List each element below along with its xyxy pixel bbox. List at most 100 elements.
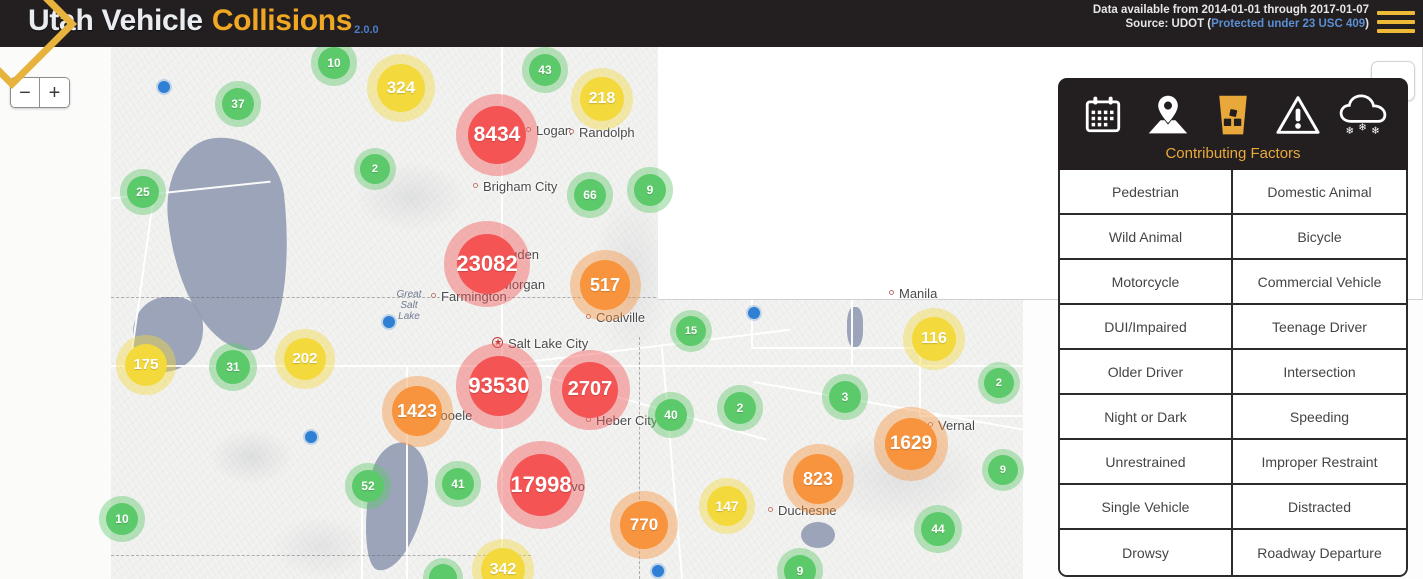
- svg-text:❄: ❄: [1371, 126, 1379, 136]
- cluster-count: 116: [921, 329, 947, 347]
- state-boundary: [111, 555, 531, 556]
- cluster-count: 9: [999, 463, 1007, 476]
- cluster-marker[interactable]: 9: [627, 167, 673, 213]
- cluster-count: 324: [386, 77, 416, 97]
- cluster-marker[interactable]: 8434: [455, 93, 539, 177]
- cluster-count: 15: [684, 324, 698, 337]
- cluster-marker[interactable]: 116: [902, 307, 966, 371]
- cluster-marker[interactable]: 823: [782, 443, 854, 515]
- usc-409-link[interactable]: Protected under 23 USC 409: [1211, 18, 1365, 30]
- zoom-out-button[interactable]: −: [11, 78, 40, 107]
- city-name: Brigham City: [483, 179, 558, 194]
- small-lake-shape: [801, 522, 835, 548]
- cluster-marker[interactable]: 2707: [550, 350, 630, 430]
- factor-cell[interactable]: Teenage Driver: [1233, 305, 1406, 350]
- factor-cell[interactable]: Drowsy: [1060, 530, 1233, 575]
- factor-cell[interactable]: Pedestrian: [1060, 170, 1233, 215]
- cluster-count: 66: [583, 187, 597, 202]
- drink-glass-icon: [1214, 93, 1252, 137]
- cluster-marker[interactable]: 31: [208, 342, 258, 392]
- factor-cell[interactable]: Unrestrained: [1060, 440, 1233, 485]
- cluster-count: 93530: [468, 372, 530, 398]
- zoom-in-button[interactable]: +: [40, 78, 69, 107]
- cluster-count: 10: [115, 511, 129, 526]
- cluster-count: 31: [226, 359, 240, 374]
- filter-tabs: ❄ ❄ ❄: [1068, 88, 1398, 142]
- app-title: Utah Vehicle Collisions 2.0.0: [28, 4, 379, 38]
- cluster-marker[interactable]: 44: [913, 504, 963, 554]
- collision-point-marker[interactable]: [652, 565, 664, 577]
- cluster-count: 37: [231, 96, 245, 111]
- weather-filter-tab[interactable]: ❄ ❄ ❄: [1336, 88, 1390, 142]
- city-label: Logan: [526, 122, 572, 140]
- cluster-count: 43: [538, 62, 552, 77]
- source-prefix: Source: UDOT (: [1125, 18, 1212, 30]
- cluster-marker[interactable]: 66: [567, 172, 613, 218]
- collision-point-marker[interactable]: [748, 307, 760, 319]
- cluster-marker[interactable]: 2: [717, 385, 763, 431]
- cluster-count: 52: [361, 478, 375, 493]
- factor-cell[interactable]: Bicycle: [1233, 215, 1406, 260]
- factor-cell[interactable]: Single Vehicle: [1060, 485, 1233, 530]
- cluster-count: 2: [736, 400, 744, 415]
- contributing-factors-panel: ❄ ❄ ❄ Contributing Factors Pedestrian Dom…: [1058, 78, 1408, 577]
- cluster-marker[interactable]: 1629: [874, 407, 948, 481]
- factor-cell[interactable]: Older Driver: [1060, 350, 1233, 395]
- collision-point-marker[interactable]: [305, 431, 317, 443]
- cluster-marker[interactable]: 3: [822, 374, 868, 420]
- location-filter-tab[interactable]: [1141, 88, 1195, 142]
- small-lake-shape: [847, 307, 863, 347]
- date-filter-tab[interactable]: [1076, 88, 1130, 142]
- cluster-marker[interactable]: 25: [120, 169, 166, 215]
- cluster-marker[interactable]: 23082: [444, 221, 530, 307]
- collision-point-marker[interactable]: [158, 81, 170, 93]
- cluster-count: 218: [588, 89, 616, 107]
- cluster-marker[interactable]: 41: [435, 461, 481, 507]
- cluster-count: 175: [133, 356, 159, 374]
- cluster-count: 2707: [567, 378, 613, 401]
- cluster-marker[interactable]: 52: [345, 463, 391, 509]
- cluster-marker[interactable]: 37: [215, 81, 261, 127]
- cluster-marker[interactable]: 43: [522, 47, 568, 93]
- cluster-marker[interactable]: 10: [99, 496, 145, 542]
- collision-point-marker[interactable]: [383, 316, 395, 328]
- hamburger-menu-icon[interactable]: [1377, 11, 1415, 37]
- factor-cell[interactable]: Night or Dark: [1060, 395, 1233, 440]
- app-root: Great Salt Lake Logan Randolph Brigham City O…: [0, 0, 1423, 579]
- app-version: 2.0.0: [354, 24, 379, 36]
- cluster-marker[interactable]: 17998: [496, 440, 585, 529]
- factor-cell[interactable]: Improper Restraint: [1233, 440, 1406, 485]
- cluster-count: 9: [796, 563, 804, 578]
- cluster-marker[interactable]: 175: [116, 335, 176, 395]
- cluster-count: 770: [629, 514, 659, 534]
- contributing-factors-list: Pedestrian Domestic Animal Wild Animal Bicy…: [1058, 170, 1408, 577]
- cluster-marker[interactable]: 93530: [456, 343, 542, 429]
- cluster-count: 17998: [510, 471, 572, 497]
- cluster-count: 202: [292, 350, 318, 368]
- factor-cell[interactable]: Motorcycle: [1060, 260, 1233, 305]
- cluster-marker[interactable]: 1423: [381, 375, 453, 447]
- factor-cell[interactable]: DUI/Impaired: [1060, 305, 1233, 350]
- cluster-marker[interactable]: 218: [570, 67, 634, 131]
- factor-cell[interactable]: Wild Animal: [1060, 215, 1233, 260]
- factor-cell[interactable]: Domestic Animal: [1233, 170, 1406, 215]
- cluster-marker[interactable]: 40: [648, 392, 694, 438]
- factor-cell[interactable]: Roadway Departure: [1233, 530, 1406, 575]
- severity-filter-tab[interactable]: [1271, 88, 1325, 142]
- factor-cell[interactable]: Commercial Vehicle: [1233, 260, 1406, 305]
- factor-cell[interactable]: Intersection: [1233, 350, 1406, 395]
- cluster-count: 10: [327, 56, 341, 70]
- cluster-count: 9: [646, 182, 654, 197]
- city-label: Manila: [889, 285, 938, 303]
- map-zoom-controls[interactable]: − +: [10, 77, 70, 108]
- cluster-marker[interactable]: 770: [609, 490, 679, 560]
- factor-cell[interactable]: Speeding: [1233, 395, 1406, 440]
- cluster-count: 517: [589, 274, 621, 295]
- city-name: Manila: [899, 286, 938, 301]
- app-header: Utah Vehicle Collisions 2.0.0 Data avail…: [0, 0, 1423, 47]
- cluster-marker[interactable]: 324: [366, 53, 436, 123]
- cluster-marker[interactable]: 517: [569, 249, 641, 321]
- contributing-factors-tab[interactable]: [1206, 88, 1260, 142]
- factor-cell[interactable]: Distracted: [1233, 485, 1406, 530]
- cluster-marker[interactable]: 202: [275, 329, 335, 389]
